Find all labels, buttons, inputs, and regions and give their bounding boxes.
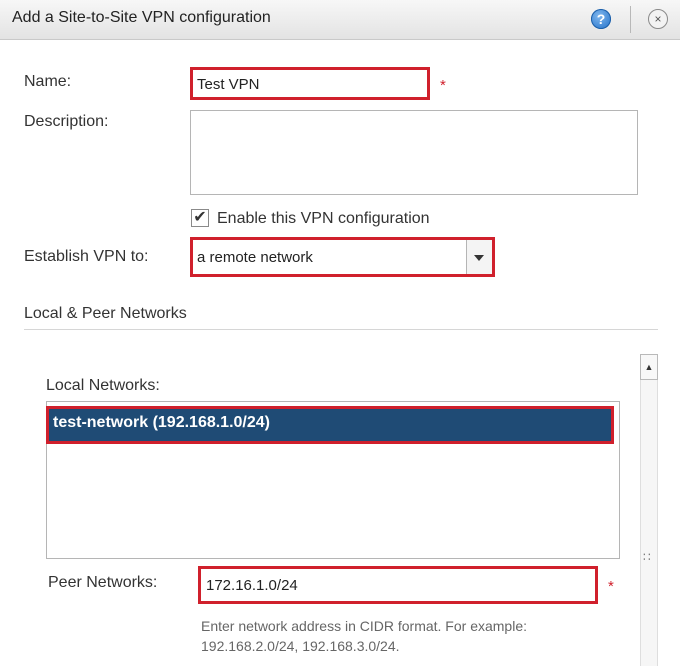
description-label: Description: (24, 113, 109, 130)
name-label: Name: (24, 73, 72, 90)
peer-networks-value: 172.16.1.0/24 (206, 577, 298, 594)
close-icon[interactable]: × (648, 9, 668, 29)
list-item-label: test-network (192.168.1.0/24) (53, 414, 270, 431)
section-title: Local & Peer Networks (24, 305, 187, 322)
checkmark-icon: ✔ (193, 209, 207, 226)
peer-required-marker: * (608, 578, 614, 595)
name-required-marker: * (440, 77, 446, 94)
description-textarea[interactable] (190, 110, 638, 195)
dialog-title: Add a Site-to-Site VPN configuration (12, 9, 271, 26)
establish-vpn-value: a remote network (197, 249, 313, 266)
title-divider (630, 6, 631, 33)
enable-vpn-label[interactable]: Enable this VPN configuration (217, 210, 430, 228)
help-icon[interactable]: ? (591, 9, 611, 29)
scroll-up-button[interactable]: ▲ (640, 354, 658, 380)
local-networks-label: Local Networks: (46, 377, 160, 394)
scrollbar-track[interactable] (640, 354, 658, 666)
cidr-help-text-line2: 192.168.2.0/24, 192.168.3.0/24. (201, 638, 400, 654)
name-input[interactable]: Test VPN (190, 67, 430, 100)
cidr-help-text-line1: Enter network address in CIDR format. Fo… (201, 618, 528, 634)
establish-vpn-select[interactable]: a remote network (190, 237, 495, 277)
scrollbar-grip-icon[interactable]: ∷ (643, 550, 652, 564)
enable-vpn-checkbox[interactable]: ✔ (191, 209, 209, 227)
chevron-down-icon[interactable] (474, 255, 484, 261)
peer-networks-input[interactable]: 172.16.1.0/24 (198, 566, 598, 604)
section-divider (24, 329, 658, 330)
peer-networks-label: Peer Networks: (48, 574, 158, 591)
establish-vpn-label: Establish VPN to: (24, 248, 149, 265)
name-input-value: Test VPN (197, 76, 260, 93)
